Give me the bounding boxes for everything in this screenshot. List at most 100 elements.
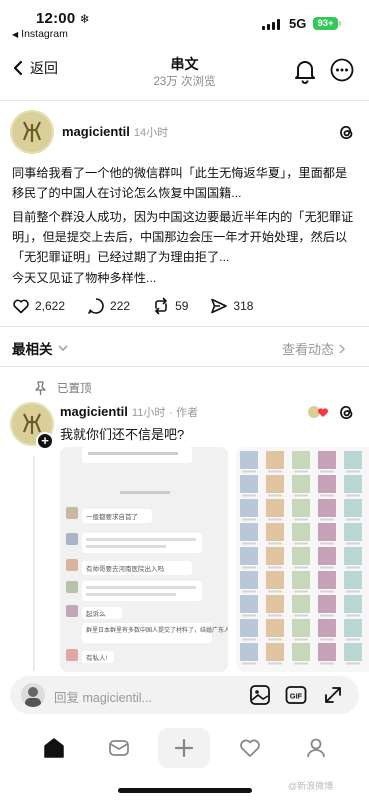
- back-triangle-icon: ◀: [12, 30, 19, 39]
- expand-icon[interactable]: [322, 684, 344, 711]
- member-name-stub: [320, 494, 334, 497]
- image-icon[interactable]: [249, 684, 271, 711]
- home-indicator: [118, 788, 252, 793]
- member-name-stub: [320, 614, 334, 617]
- member-avatar-thumb: [266, 451, 284, 469]
- member-name-stub: [346, 590, 360, 593]
- member-avatar-thumb: [240, 619, 258, 637]
- new-post-button[interactable]: [158, 728, 210, 768]
- member-name-stub: [294, 590, 308, 593]
- chat-line: 起诉么: [86, 609, 106, 618]
- member-name-stub: [294, 494, 308, 497]
- member-avatar-thumb: [344, 451, 362, 469]
- like-button[interactable]: 2,622: [12, 298, 65, 314]
- member-name-stub: [294, 470, 308, 473]
- post-actions: 2,622 222 59 318: [12, 296, 275, 316]
- member-avatar-thumb: [292, 499, 310, 517]
- member-avatar-thumb: [318, 499, 336, 517]
- member-name-stub: [294, 614, 308, 617]
- threads-icon[interactable]: [338, 403, 355, 427]
- post-avatar[interactable]: [10, 110, 54, 154]
- comment-icon: [88, 298, 104, 314]
- reply-input[interactable]: 回复 magicientil...: [54, 687, 152, 706]
- reply-composer[interactable]: 回复 magicientil... GIF: [10, 676, 359, 714]
- member-name-stub: [242, 542, 256, 545]
- member-avatar-thumb: [266, 499, 284, 517]
- follow-plus-icon[interactable]: +: [36, 432, 54, 450]
- member-avatar-thumb: [240, 643, 258, 661]
- member-avatar-thumb: [292, 547, 310, 565]
- member-avatar-thumb: [318, 451, 336, 469]
- member-name-stub: [346, 662, 360, 665]
- notification-bell-icon[interactable]: [293, 58, 317, 89]
- post-author[interactable]: magicientil 14小时: [62, 124, 168, 140]
- plus-icon: [174, 738, 194, 758]
- member-name-stub: [242, 638, 256, 641]
- member-avatar-thumb: [344, 619, 362, 637]
- more-options-icon[interactable]: [330, 58, 354, 87]
- user-avatar: [21, 683, 45, 707]
- member-avatar-thumb: [266, 547, 284, 565]
- member-avatar-thumb: [344, 547, 362, 565]
- member-avatar-thumb: [344, 595, 362, 613]
- threads-icon[interactable]: [338, 123, 355, 147]
- author-tag: · 作者: [169, 407, 199, 419]
- member-name-stub: [320, 542, 334, 545]
- watermark: @新浪微博: [288, 781, 334, 791]
- member-avatar-thumb: [266, 619, 284, 637]
- member-name-stub: [268, 614, 282, 617]
- signal-icon: [262, 19, 282, 30]
- member-name-stub: [346, 470, 360, 473]
- member-name-stub: [320, 638, 334, 641]
- pinned-label: 已置顶: [34, 380, 92, 396]
- repost-button[interactable]: 59: [152, 297, 188, 315]
- chevron-down-icon: [57, 345, 68, 352]
- member-avatar-thumb: [266, 571, 284, 589]
- share-button[interactable]: 318: [210, 297, 253, 315]
- member-name-stub: [242, 470, 256, 473]
- member-avatar-thumb: [318, 475, 336, 493]
- member-avatar-thumb: [292, 571, 310, 589]
- chat-screenshot-image[interactable]: 一般都要求自首了 有帅哥要去河南医院出入吗 起诉么 群里日本群里有多数中国人提交…: [60, 447, 228, 672]
- tab-home[interactable]: [42, 736, 66, 765]
- post-time: 14小时: [133, 127, 169, 139]
- member-name-stub: [294, 566, 308, 569]
- comment-button[interactable]: 222: [87, 297, 130, 315]
- group-members-image[interactable]: [236, 447, 369, 672]
- status-time: 12:00 ❄: [36, 10, 91, 27]
- section-divider: [0, 366, 369, 367]
- member-name-stub: [346, 638, 360, 641]
- member-name-stub: [346, 518, 360, 521]
- member-avatar-thumb: [240, 547, 258, 565]
- sort-dropdown[interactable]: 最相关: [12, 338, 68, 358]
- member-name-stub: [268, 470, 282, 473]
- member-name-stub: [294, 542, 308, 545]
- reply-time: 11小时: [131, 407, 166, 419]
- member-name-stub: [242, 494, 256, 497]
- tab-profile[interactable]: [304, 736, 328, 765]
- section-divider: [0, 326, 369, 327]
- chat-line: 群里日本群里有多数中国人提交了材料了，结婚广东人: [86, 626, 228, 634]
- member-avatar-thumb: [292, 595, 310, 613]
- back-to-app-link[interactable]: ◀ Instagram: [12, 28, 68, 40]
- post-paragraph: 今天又见证了物种多样性...: [12, 271, 157, 285]
- tab-messages[interactable]: [107, 736, 131, 765]
- member-avatar-thumb: [240, 571, 258, 589]
- post-paragraph: 目前整个群没人成功，因为中国这边要最近半年内的「无犯罪证明」，但是提交上去后，中…: [12, 210, 354, 264]
- reply-author[interactable]: magicientil 11小时 · 作者: [60, 404, 198, 420]
- nav-divider: [0, 100, 369, 101]
- heart-icon: [240, 739, 260, 757]
- gif-icon[interactable]: GIF: [285, 684, 307, 711]
- member-name-stub: [346, 566, 360, 569]
- view-activity-link[interactable]: 查看动态: [282, 339, 346, 358]
- member-name-stub: [346, 542, 360, 545]
- battery-icon: 93+: [313, 17, 341, 30]
- member-avatar-thumb: [240, 451, 258, 469]
- member-avatar-thumb: [318, 643, 336, 661]
- member-avatar-thumb: [266, 643, 284, 661]
- tab-activity[interactable]: [238, 736, 262, 765]
- member-avatar-thumb: [240, 475, 258, 493]
- member-name-stub: [268, 542, 282, 545]
- member-name-stub: [294, 638, 308, 641]
- member-avatar-thumb: [292, 619, 310, 637]
